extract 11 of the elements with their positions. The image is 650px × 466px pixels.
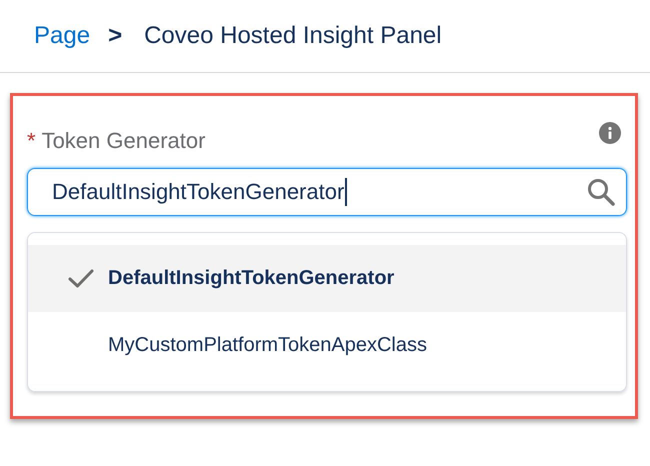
field-label: Token Generator (42, 128, 206, 154)
dropdown-option[interactable]: MyCustomPlatformTokenApexClass (28, 312, 626, 379)
search-icon[interactable] (586, 177, 616, 207)
dropdown-option[interactable]: DefaultInsightTokenGenerator (28, 245, 626, 312)
breadcrumb-current: Coveo Hosted Insight Panel (144, 22, 442, 50)
required-mark: * (27, 128, 36, 154)
search-field[interactable]: DefaultInsightTokenGenerator (27, 168, 627, 216)
breadcrumb-separator: > (108, 22, 122, 50)
info-icon[interactable] (599, 122, 621, 144)
check-icon (68, 268, 94, 288)
breadcrumb-link[interactable]: Page (34, 22, 90, 50)
